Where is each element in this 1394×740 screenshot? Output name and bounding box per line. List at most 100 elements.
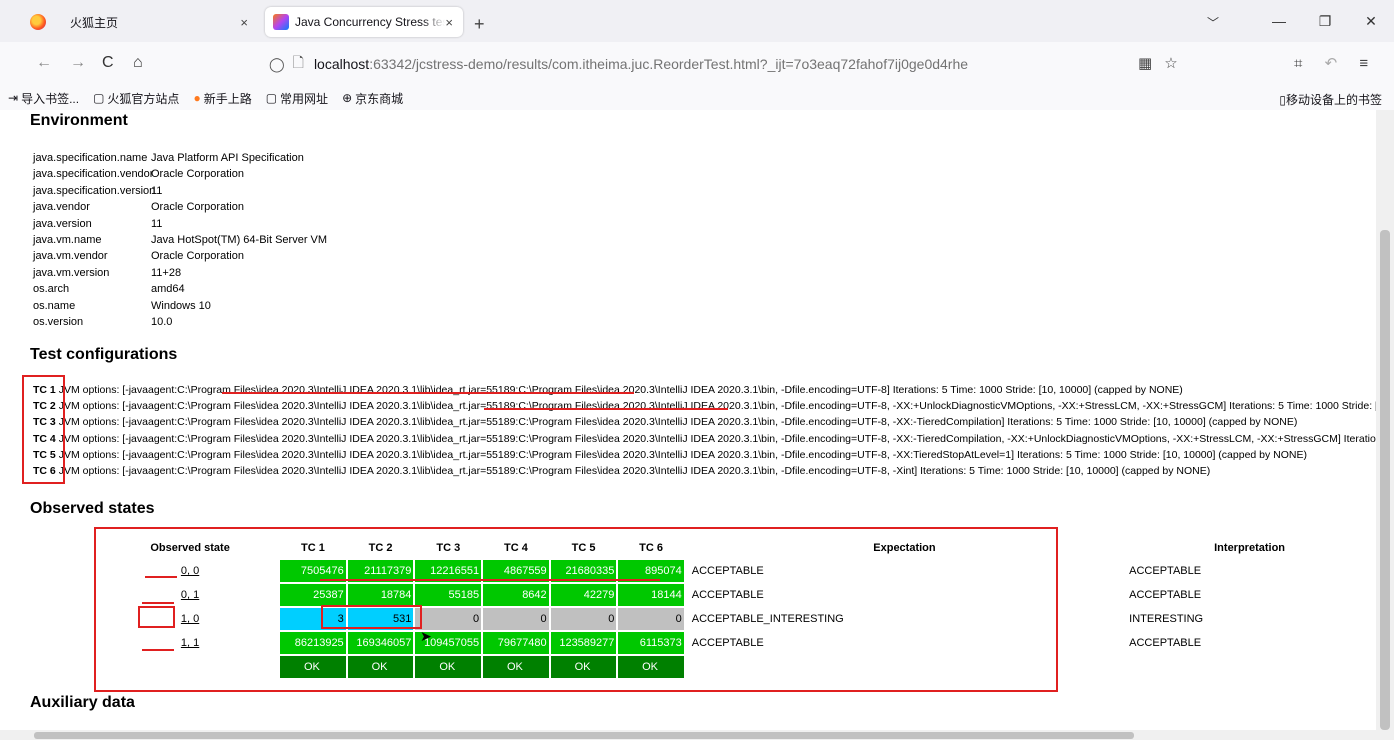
bookmark-item[interactable]: ▢ 常用网址 <box>266 90 328 107</box>
page-content: Environment java.specification.name Java … <box>0 110 1376 730</box>
close-tab-icon[interactable]: × <box>240 15 248 30</box>
scrollbar-thumb[interactable] <box>34 732 1134 739</box>
env-row: os.version 10.0 <box>33 314 327 330</box>
url-bar[interactable]: ◯ 🗋 localhost:63342/jcstress-demo/result… <box>259 47 1193 81</box>
list-tabs-icon[interactable]: ﹀ <box>1207 14 1219 31</box>
env-row: java.vm.name Java HotSpot(TM) 64-Bit Serv… <box>33 232 327 248</box>
firefox-icon <box>30 14 46 30</box>
close-tab-icon[interactable]: × <box>445 15 453 30</box>
annotation-underline <box>145 576 177 578</box>
restore-button[interactable]: ❐ <box>1302 13 1348 30</box>
tab-jcstress[interactable]: Java Concurrency Stress test r × <box>265 7 463 37</box>
bookmark-star-icon[interactable]: ☆ <box>1164 55 1189 72</box>
tab-firefox-home[interactable]: 火狐主页 × <box>8 7 258 37</box>
toolbar-right: ⌗ ↶ ≡ <box>1294 54 1386 72</box>
bookmark-item[interactable]: ⇥ 导入书签... <box>8 90 79 107</box>
env-value: amd64 <box>151 283 185 296</box>
env-key: os.arch <box>33 283 70 296</box>
folder-icon: ▢ <box>265 91 278 105</box>
env-row: os.arch amd64 <box>33 281 327 297</box>
scrollbar-thumb[interactable] <box>1380 230 1390 730</box>
env-key: java.vm.version <box>33 266 110 279</box>
horizontal-scrollbar[interactable] <box>0 730 1376 740</box>
undo-icon[interactable]: ↶ <box>1325 55 1338 72</box>
config-text: JVM options: [-javaagent:C:\Program File… <box>58 384 1183 396</box>
bookmarks-bar: ⇥ 导入书签... ▢ 火狐官方站点 ● 新手上路 ▢ 常用网址 ⊕ 京东商城 ▯移动设备… <box>0 86 1394 110</box>
config-row: TC 6 JVM options: [-javaagent:C:\Program… <box>33 463 1376 479</box>
env-value: Oracle Corporation <box>151 250 244 263</box>
env-value: 11 <box>151 217 163 230</box>
config-row: TC 4 JVM options: [-javaagent:C:\Program… <box>33 431 1376 447</box>
env-row: java.vm.version 11+28 <box>33 265 327 281</box>
env-key: os.version <box>33 316 84 329</box>
env-key: java.vendor <box>33 201 90 214</box>
tab-bar: 火狐主页 × Java Concurrency Stress test r × … <box>0 0 1394 42</box>
page-icon[interactable]: 🗋 <box>293 52 304 76</box>
tab-title: Java Concurrency Stress test r <box>295 15 445 29</box>
env-row: java.specification.vendor Oracle Corporat… <box>33 166 327 182</box>
env-value: Java HotSpot(TM) 64-Bit Server VM <box>151 234 328 247</box>
config-text: JVM options: [-javaagent:C:\Program File… <box>58 448 1308 461</box>
bookmark-label: 京东商城 <box>355 91 404 106</box>
vertical-scrollbar[interactable] <box>1376 110 1394 740</box>
env-key: java.vm.name <box>33 234 102 247</box>
menu-icon[interactable]: ≡ <box>1359 55 1368 72</box>
annotation-underline <box>222 392 634 394</box>
home-button[interactable]: ⌂ <box>133 54 143 72</box>
bookmark-item[interactable]: ● 新手上路 <box>193 90 251 107</box>
env-key: java.specification.vendor <box>33 168 154 181</box>
annotation-underline <box>320 579 660 581</box>
annotation-box-state <box>138 606 175 628</box>
env-value: Windows 10 <box>151 299 211 312</box>
config-text: JVM options: [-javaagent:C:\Program File… <box>58 416 1298 429</box>
new-tab-button[interactable]: + <box>474 14 485 35</box>
observed-states-heading: Observed states <box>30 500 155 517</box>
config-text: JVM options: [-javaagent:C:\Program File… <box>58 465 1211 478</box>
env-row: java.specification.name Java Platform API… <box>33 150 327 166</box>
env-key: java.specification.version <box>33 184 156 197</box>
shield-icon[interactable]: ◯ <box>269 56 285 73</box>
mobile-bookmarks[interactable]: ▯移动设备上的书签 <box>1279 91 1382 108</box>
test-configurations-list: TC 1 JVM options: [-javaagent:C:\Program… <box>33 382 1376 479</box>
qr-code-icon[interactable]: ▦ <box>1138 55 1164 72</box>
annotation-underline <box>484 408 728 410</box>
interpretation-cell: INTERESTING <box>1129 613 1204 625</box>
forward-button[interactable]: → <box>70 54 86 72</box>
interpretation-cell: ACCEPTABLE <box>1129 565 1202 577</box>
reload-button[interactable]: C <box>102 54 114 72</box>
config-row: TC 5 JVM options: [-javaagent:C:\Program… <box>33 447 1376 463</box>
annotation-box-table <box>94 527 1058 692</box>
env-row: os.name Windows 10 <box>33 298 327 314</box>
env-value: 10.0 <box>151 316 173 329</box>
annotation-box-tc-ids <box>22 375 65 484</box>
back-button[interactable]: ← <box>36 54 52 72</box>
bookmark-label: 火狐官方站点 <box>107 91 180 106</box>
url-host: localhost <box>313 56 370 72</box>
config-row: TC 2 JVM options: [-javaagent:C:\Program… <box>33 398 1376 414</box>
environment-list: java.specification.name Java Platform API… <box>33 150 327 330</box>
env-value: Oracle Corporation <box>151 201 244 214</box>
env-value: 11 <box>151 184 163 197</box>
url-icons: ▦☆ <box>1138 54 1190 72</box>
environment-heading: Environment <box>30 112 128 129</box>
folder-icon: ▢ <box>93 91 105 105</box>
column-header: Interpretation <box>1214 542 1286 554</box>
close-window-button[interactable]: ✕ <box>1348 13 1394 30</box>
bookmark-label: 导入书签... <box>21 91 80 106</box>
url-path: :63342/jcstress-demo/results/com.itheima… <box>369 56 969 72</box>
annotation-underline <box>142 649 174 651</box>
minimize-button[interactable]: — <box>1256 13 1302 29</box>
firefox-icon: ● <box>193 91 201 105</box>
env-row: java.specification.version 11 <box>33 183 327 199</box>
nav-bar: ← → C ⌂ ◯ 🗋 localhost:63342/jcstress-dem… <box>0 42 1394 86</box>
interpretation-cell: ACCEPTABLE <box>1129 589 1202 601</box>
config-row: TC 1 JVM options: [-javaagent:C:\Program… <box>33 382 1376 398</box>
env-key: java.version <box>33 217 92 230</box>
env-row: java.vm.vendor Oracle Corporation <box>33 248 327 264</box>
mouse-cursor: ➤ <box>420 628 432 644</box>
extensions-icon[interactable]: ⌗ <box>1294 55 1302 72</box>
bookmark-item[interactable]: ⊕ 京东商城 <box>342 90 403 107</box>
annotation-underline <box>142 602 174 604</box>
bookmark-item[interactable]: ▢ 火狐官方站点 <box>93 90 179 107</box>
test-configurations-heading: Test configurations <box>30 346 178 363</box>
